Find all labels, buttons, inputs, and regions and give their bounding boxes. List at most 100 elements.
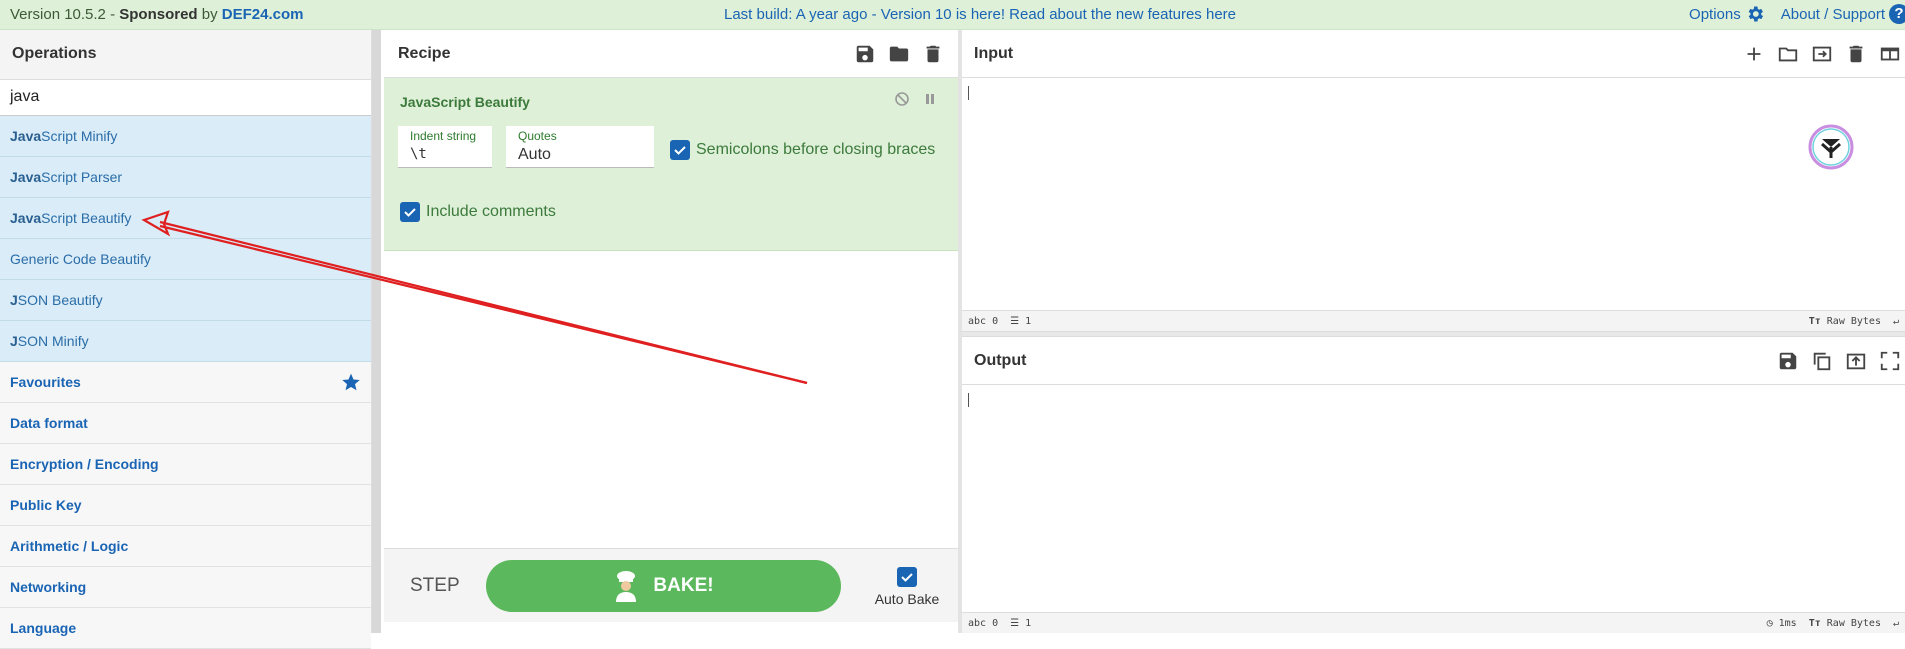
disable-icon[interactable] — [894, 91, 910, 107]
operation-result-item[interactable]: Generic Code Beautify — [0, 239, 371, 280]
io-panel: Input abc 0 ☰ 1 Tт Raw Bytes ↵ Output ab… — [962, 30, 1905, 633]
save-icon[interactable] — [854, 43, 876, 65]
operation-result-label: SON Beautify — [17, 292, 103, 308]
auto-bake-label: Auto Bake — [874, 591, 940, 607]
category-label: Public Key — [10, 497, 82, 513]
indent-string-label: Indent string — [410, 129, 477, 143]
operations-panel: Operations java Java Script Minify Java Scr… — [0, 30, 372, 649]
quotes-label: Quotes — [518, 129, 557, 143]
operation-result-label: Script Minify — [41, 128, 118, 144]
file-input-icon[interactable] — [1811, 43, 1833, 65]
category-item[interactable]: Public Key — [0, 485, 371, 526]
operation-result-label: Script Beautify — [41, 210, 132, 226]
category-label: Arithmetic / Logic — [10, 538, 129, 554]
operation-result-label: Generic Code Beautify — [10, 251, 151, 267]
category-item[interactable]: Encryption / Encoding — [0, 444, 371, 485]
recipe-panel: Recipe JavaScript Beautify Indent string… — [384, 30, 958, 633]
category-label: Language — [10, 620, 77, 636]
semicolons-label: Semicolons before closing braces — [696, 141, 936, 158]
include-comments-checkbox[interactable] — [400, 202, 420, 222]
indent-string-value: \t — [410, 146, 427, 162]
quotes-value: Auto — [518, 146, 551, 163]
sponsored-by: by — [201, 6, 218, 23]
gear-icon[interactable] — [1745, 4, 1765, 24]
operation-result-item[interactable]: Java Script Parser — [0, 157, 371, 198]
include-comments-label: Include comments — [426, 203, 556, 220]
help-icon[interactable]: ? — [1889, 4, 1905, 24]
open-folder-icon[interactable] — [1777, 43, 1799, 65]
step-button[interactable]: STEP — [410, 575, 460, 597]
recipe-title: Recipe — [398, 44, 451, 62]
save-output-icon[interactable] — [1777, 350, 1799, 372]
operation-result-label: Script Parser — [41, 169, 123, 185]
match-highlight: Java — [10, 210, 42, 226]
panel-resize-handle[interactable] — [372, 30, 381, 633]
category-item[interactable]: Language — [0, 608, 371, 649]
star-icon[interactable] — [341, 372, 361, 392]
operations-search-input[interactable]: java — [0, 80, 371, 116]
recipe-operation-name: JavaScript Beautify — [400, 94, 530, 110]
input-status-bar: abc 0 ☰ 1 Tт Raw Bytes ↵ — [962, 310, 1905, 331]
layout-icon[interactable] — [1879, 43, 1901, 65]
output-cursor — [968, 393, 969, 407]
operation-result-item[interactable]: Java Script Beautify — [0, 198, 371, 239]
recipe-operation-card[interactable]: JavaScript Beautify Indent string \t Quo… — [384, 78, 958, 251]
output-status-bar: abc 0 ☰ 1 ◷ 1ms Tт Raw Bytes ↵ — [962, 612, 1905, 633]
maximize-icon[interactable] — [1879, 350, 1901, 372]
bake-bar: STEP BAKE! Auto Bake — [384, 548, 958, 622]
category-list: Favourites Data format Encryption / Encodi… — [0, 362, 371, 649]
input-format-selector[interactable]: Tт Raw Bytes — [1809, 316, 1881, 327]
output-wrap-icon[interactable]: ↵ — [1893, 618, 1899, 629]
wrap-icon[interactable]: ↵ — [1893, 316, 1899, 327]
input-title: Input — [974, 44, 1014, 62]
match-highlight: Java — [10, 169, 42, 185]
extension-logo-icon[interactable] — [1808, 124, 1854, 170]
category-label: Networking — [10, 579, 87, 595]
auto-bake-checkbox[interactable] — [897, 567, 917, 587]
indent-string-field[interactable]: Indent string \t — [398, 126, 492, 168]
quotes-select[interactable]: Quotes Auto — [506, 126, 654, 168]
output-format-selector[interactable]: Tт Raw Bytes — [1809, 618, 1881, 629]
chef-icon — [616, 571, 637, 602]
bake-time: ◷ 1ms — [1766, 617, 1797, 629]
input-line-count: ☰ 1 — [1010, 315, 1032, 327]
bake-button[interactable]: BAKE! — [486, 560, 841, 612]
operation-result-label: SON Minify — [17, 333, 89, 349]
input-textarea[interactable] — [962, 78, 1905, 310]
version-info: Version 10.5.2 - Sponsored by DEF24.com — [10, 6, 304, 23]
add-icon[interactable] — [1743, 43, 1765, 65]
input-char-count: abc 0 — [968, 315, 999, 327]
match-highlight: Java — [10, 128, 42, 144]
category-item[interactable]: Networking — [0, 567, 371, 608]
output-textarea[interactable] — [962, 385, 1905, 612]
clear-input-icon[interactable] — [1845, 43, 1867, 65]
replace-input-icon[interactable] — [1845, 350, 1867, 372]
output-title: Output — [974, 351, 1027, 369]
auto-bake-toggle[interactable]: Auto Bake — [872, 567, 942, 607]
input-cursor — [968, 86, 969, 100]
trash-icon[interactable] — [922, 43, 944, 65]
category-label: Data format — [10, 415, 88, 431]
copy-icon[interactable] — [1811, 350, 1833, 372]
sponsor-link[interactable]: DEF24.com — [222, 6, 304, 23]
version-text: Version 10.5.2 — [10, 6, 106, 23]
semicolons-checkbox[interactable] — [670, 140, 690, 160]
operations-title: Operations — [0, 30, 371, 80]
bake-label: BAKE! — [653, 575, 714, 596]
top-banner: Version 10.5.2 - Sponsored by DEF24.com … — [0, 0, 1905, 30]
about-support-link[interactable]: About / Support — [1781, 6, 1885, 23]
operation-result-item[interactable]: J SON Minify — [0, 321, 371, 362]
search-results: Java Script Minify Java Script Parser Java Sc… — [0, 116, 371, 362]
folder-icon[interactable] — [888, 43, 910, 65]
operation-result-item[interactable]: J SON Beautify — [0, 280, 371, 321]
category-item[interactable]: Arithmetic / Logic — [0, 526, 371, 567]
category-label: Encryption / Encoding — [10, 456, 159, 472]
build-notice-link[interactable]: Last build: A year ago - Version 10 is h… — [724, 6, 1236, 23]
operation-result-item[interactable]: Java Script Minify — [0, 116, 371, 157]
options-link[interactable]: Options — [1689, 6, 1741, 23]
category-item[interactable]: Favourites — [0, 362, 371, 403]
category-item[interactable]: Data format — [0, 403, 371, 444]
pause-icon[interactable] — [922, 91, 938, 107]
sponsored-label: Sponsored — [119, 6, 198, 23]
match-highlight: J — [10, 292, 18, 308]
